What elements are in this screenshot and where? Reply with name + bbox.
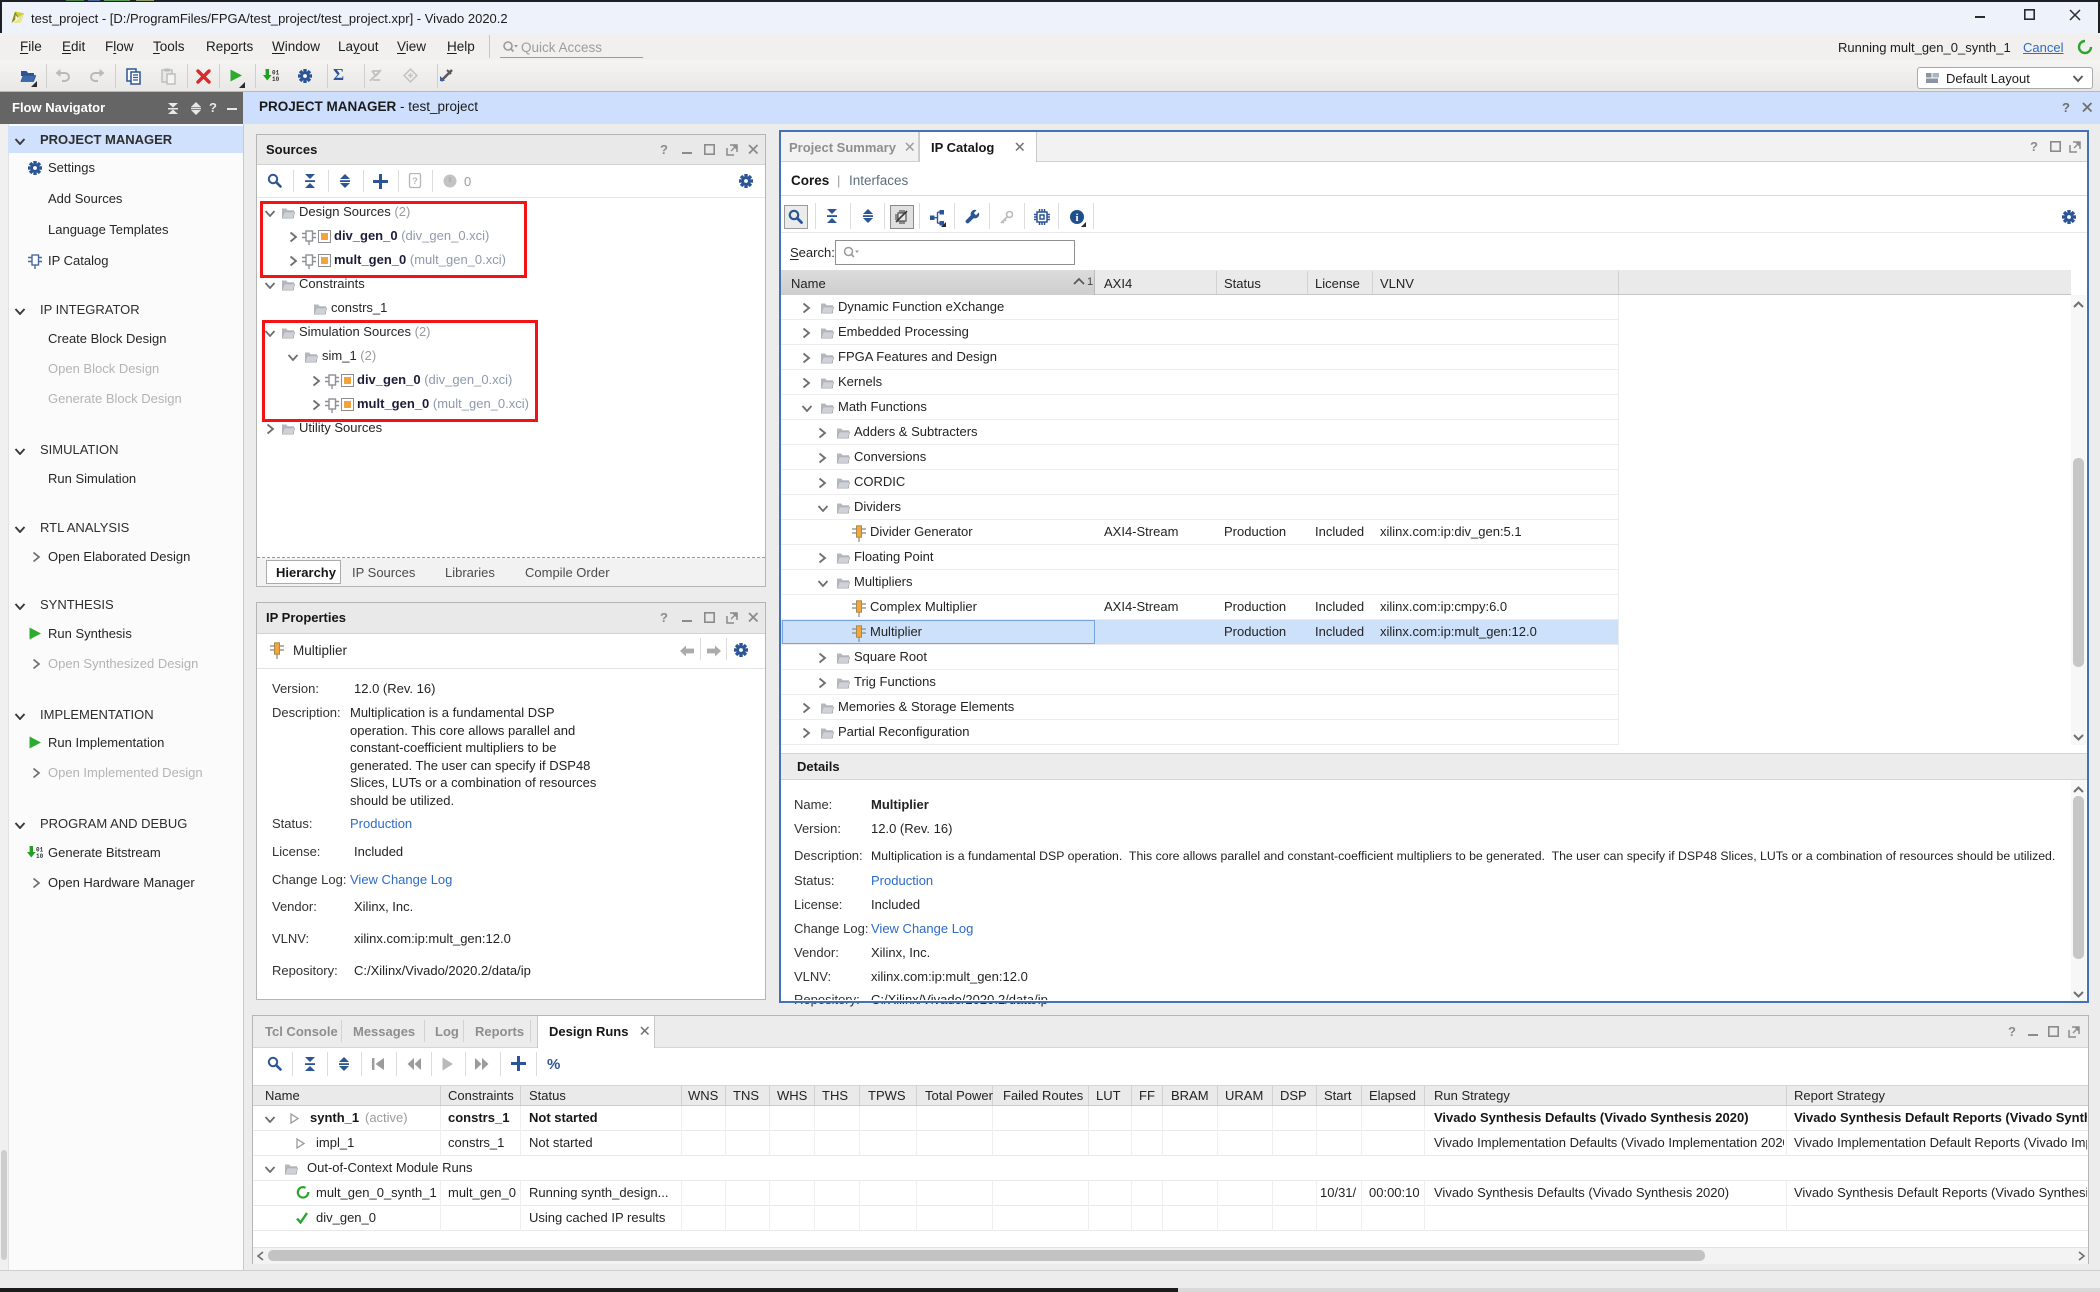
svg-text:10: 10: [272, 76, 280, 83]
svg-text:i: i: [1075, 212, 1078, 224]
svg-text:?: ?: [2030, 140, 2038, 154]
svg-text:?: ?: [209, 101, 217, 115]
svg-text:%: %: [547, 1056, 560, 1072]
svg-text:10: 10: [36, 853, 44, 860]
svg-text:?: ?: [660, 143, 668, 157]
svg-text:?: ?: [2062, 101, 2070, 115]
svg-text:Σ: Σ: [333, 66, 344, 84]
svg-text:?: ?: [660, 611, 668, 625]
svg-text:?: ?: [2008, 1025, 2016, 1039]
svg-text:?: ?: [412, 176, 418, 186]
